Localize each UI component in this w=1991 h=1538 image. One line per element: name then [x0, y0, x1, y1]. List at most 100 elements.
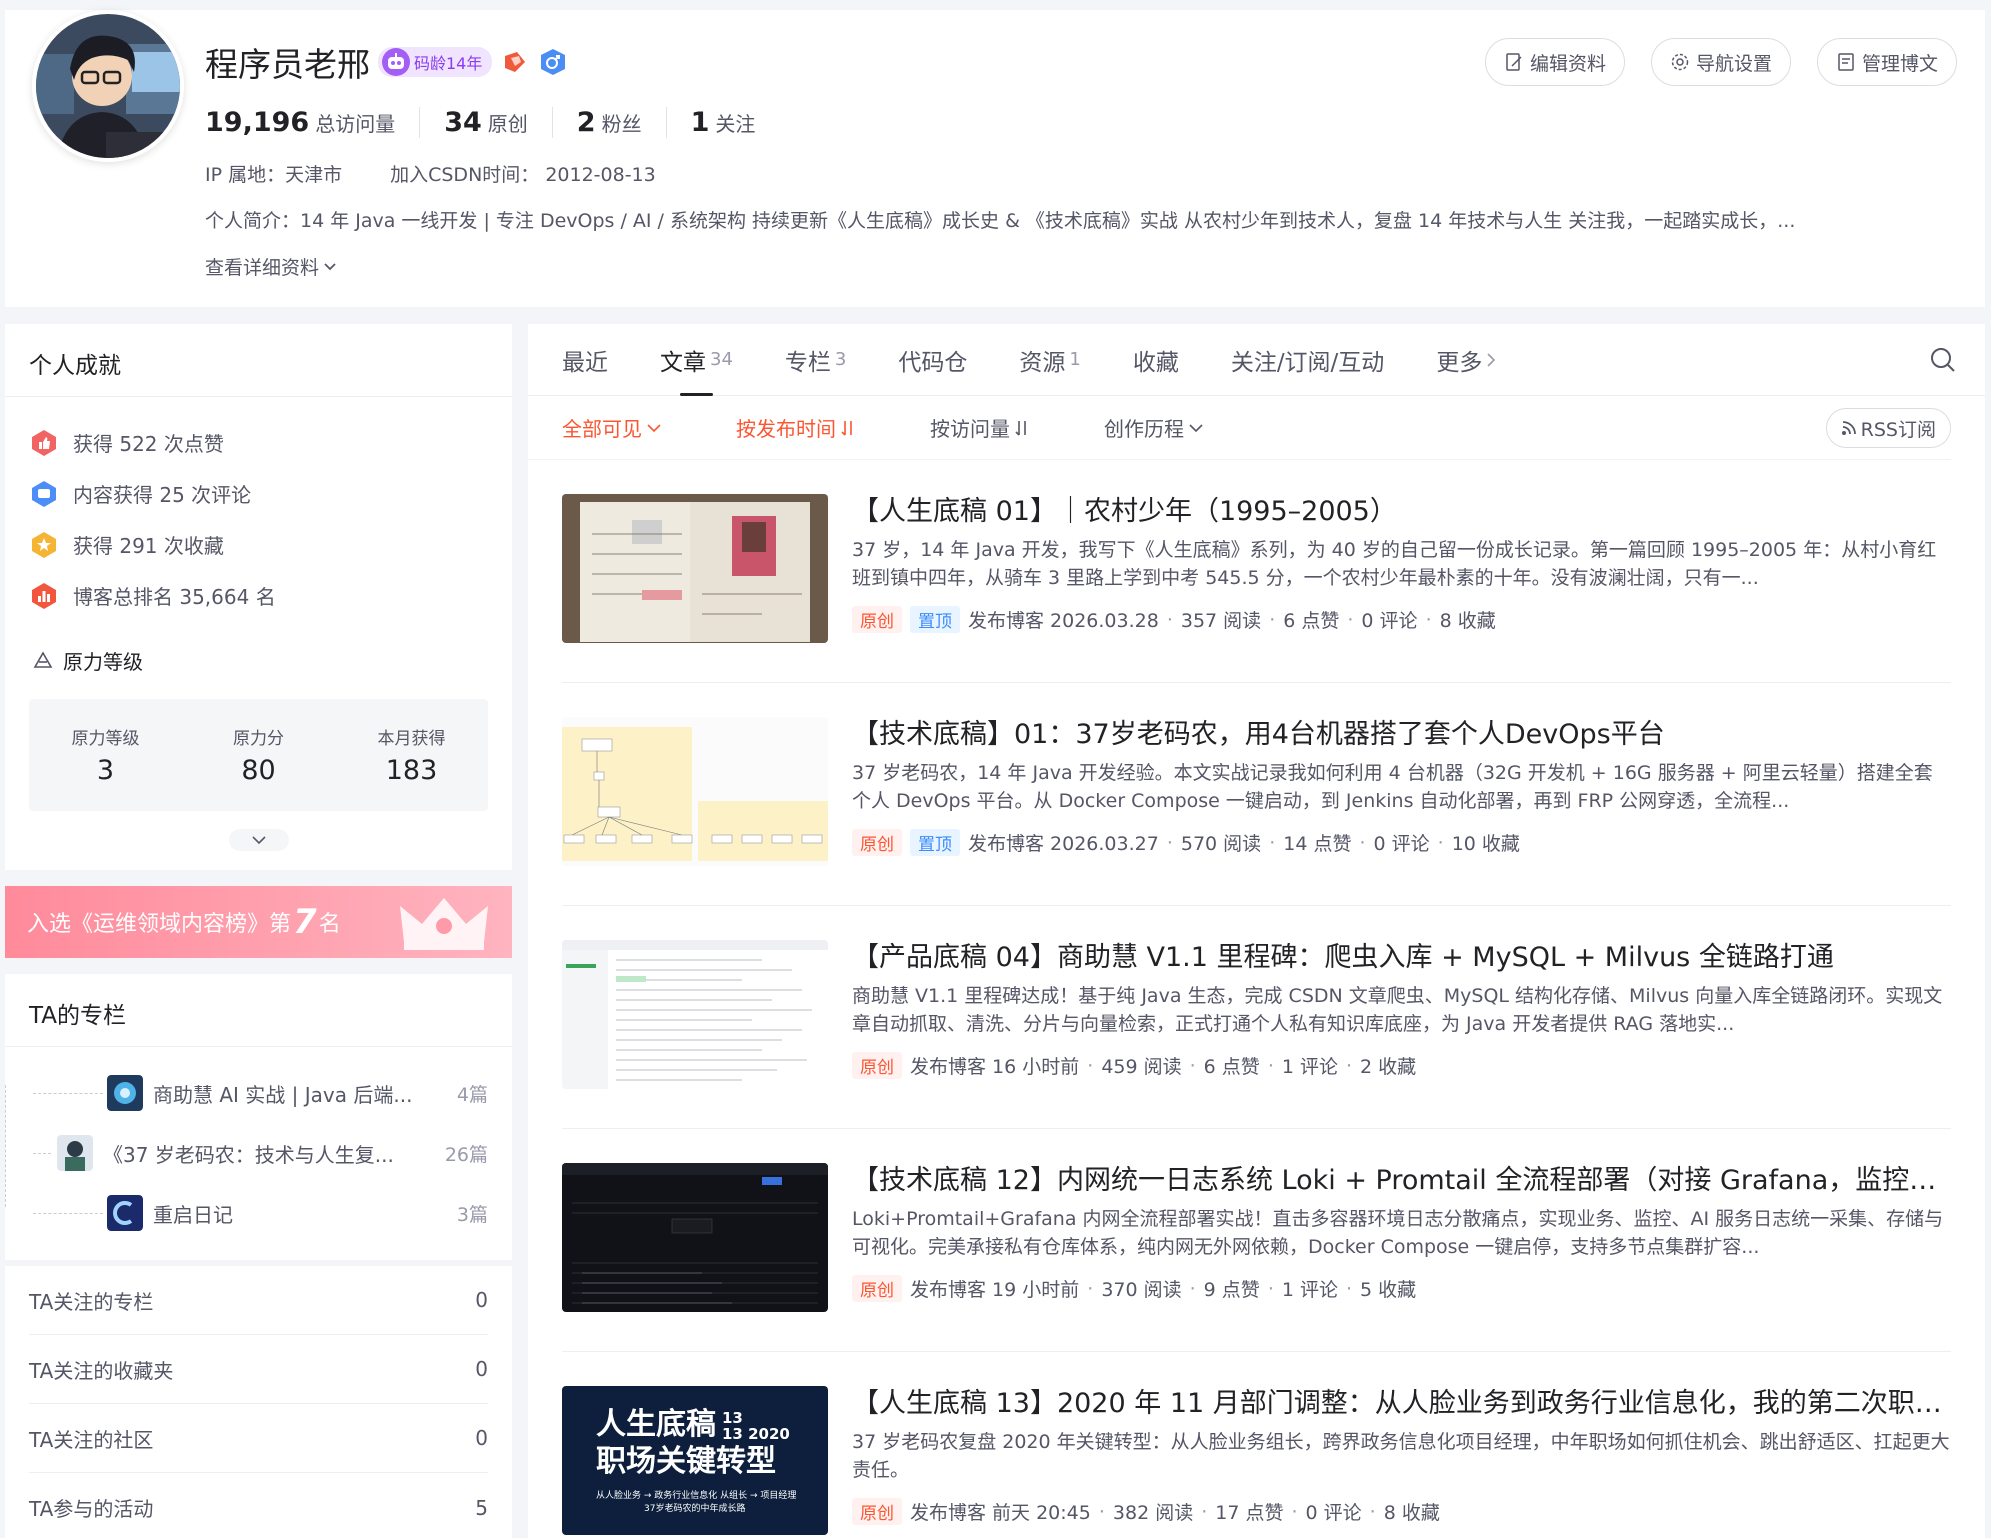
article-title[interactable]: 【技术底稿 12】内网统一日志系统 Loki + Promtail 全流程部署（…	[852, 1163, 1951, 1199]
follow-communities-row[interactable]: TA关注的社区 0	[29, 1404, 488, 1473]
stat-fans[interactable]: 2 粉丝	[551, 107, 666, 138]
column-cover-icon	[107, 1075, 143, 1111]
article-item[interactable]: 【产品底稿 04】商助慧 V1.1 里程碑：爬虫入库 + MySQL + Mil…	[562, 906, 1951, 1129]
tab-repos[interactable]: 代码仓	[898, 324, 967, 396]
article-description[interactable]: 37 岁老码农，14 年 Java 开发经验。本文实战记录我如何利用 4 台机器…	[852, 759, 1951, 815]
view-count: 570 阅读	[1180, 833, 1262, 855]
tab-follow-subscribe[interactable]: 关注/订阅/互动	[1231, 324, 1385, 396]
tab-favorites[interactable]: 收藏	[1133, 324, 1179, 396]
tab-articles[interactable]: 文章 34	[660, 324, 733, 396]
tab-recent[interactable]: 最近	[562, 324, 608, 396]
join-date: 加入CSDN时间： 2012-08-13	[390, 164, 656, 186]
article-title[interactable]: 【人生底稿 13】2020 年 11 月部门调整：从人脸业务到政务行业信息化，我…	[852, 1386, 1951, 1422]
stat-following[interactable]: 1 关注	[665, 107, 780, 138]
tab-label: 关注/订阅/互动	[1230, 349, 1385, 376]
follow-label: TA关注的专栏	[29, 1289, 154, 1314]
follow-activities-row[interactable]: TA参与的活动 5	[29, 1473, 488, 1538]
article-item[interactable]: 【人生底稿 01】｜农村少年（1995–2005） 37 岁，14 年 Java…	[562, 460, 1951, 683]
article-description[interactable]: Loki+Promtail+Grafana 内网全流程部署实战！直击多容器环境日…	[852, 1205, 1951, 1261]
column-item[interactable]: 商助慧 AI 实战 | Java 后端... 4篇	[33, 1063, 488, 1123]
favorite-count: 8 收藏	[1439, 610, 1496, 632]
article-item[interactable]: 人生底稿 13 13 2020 职场关键转型 从人脸业务 → 政务行业信息化 从…	[562, 1352, 1951, 1538]
history-dropdown[interactable]: 创作历程	[1104, 413, 1204, 442]
article-thumbnail[interactable]	[562, 1163, 828, 1312]
column-item[interactable]: 《37 岁老码农：技术与人生复... 26篇	[33, 1123, 488, 1183]
tab-columns[interactable]: 专栏 3	[785, 324, 846, 396]
follow-columns-row[interactable]: TA关注的专栏 0	[29, 1266, 488, 1335]
article-description[interactable]: 商助慧 V1.1 里程碑达成！基于纯 Java 生态，完成 CSDN 文章爬虫、…	[852, 982, 1951, 1038]
main-content: 最近 文章 34 专栏 3 代码仓 资源 1 收藏 关注/订阅/互动 更多 全部可见 …	[528, 324, 1985, 1538]
user-name: 程序员老邢	[205, 45, 370, 84]
article-title[interactable]: 【产品底稿 04】商助慧 V1.1 里程碑：爬虫入库 + MySQL + Mil…	[852, 940, 1951, 976]
rank-banner[interactable]: 入选《运维领域内容榜》第 7 名	[5, 886, 512, 958]
article-thumbnail[interactable]: 人生底稿 13 13 2020 职场关键转型 从人脸业务 → 政务行业信息化 从…	[562, 1386, 828, 1535]
follow-label: TA关注的社区	[29, 1427, 154, 1452]
medal-icon[interactable]	[500, 47, 530, 77]
article-thumbnail[interactable]	[562, 717, 828, 866]
follow-favorites-row[interactable]: TA关注的收藏夹 0	[29, 1335, 488, 1404]
code-age-label: 码龄14年	[414, 54, 483, 73]
article-thumbnail[interactable]	[562, 494, 828, 643]
manage-posts-label: 管理博文	[1861, 52, 1938, 75]
force-stats-box: 原力等级 3 原力分 80 本月获得 183	[29, 699, 488, 811]
article-description[interactable]: 37 岁，14 年 Java 开发，我写下《人生底稿》系列，为 40 岁的自己留…	[852, 536, 1951, 592]
column-item[interactable]: 重启日记 3篇	[33, 1183, 488, 1243]
history-label: 创作历程	[1104, 417, 1184, 441]
expand-achievements-button[interactable]	[228, 829, 289, 851]
article-filters: 全部可见 按发布时间 按访问量 创作历程 RSS订阅	[528, 396, 1951, 460]
verified-badge-icon[interactable]	[538, 47, 568, 77]
achievement-rank: 博客总排名 35,664 名	[29, 570, 488, 621]
code-age-badge[interactable]: 码龄14年	[378, 47, 493, 77]
sort-by-time-button[interactable]: 按发布时间	[736, 413, 856, 442]
view-count: 370 阅读	[1101, 1279, 1182, 1301]
view-details-link[interactable]: 查看详细资料	[205, 253, 337, 280]
publish-time: 发布博客 2026.03.27	[968, 833, 1159, 855]
rss-subscribe-button[interactable]: RSS订阅	[1825, 408, 1951, 448]
original-tag: 原创	[852, 606, 902, 633]
follow-label: TA参与的活动	[29, 1497, 154, 1521]
original-tag: 原创	[852, 1052, 902, 1079]
article-thumbnail[interactable]	[562, 940, 828, 1089]
nav-settings-button[interactable]: 导航设置	[1650, 38, 1791, 86]
manage-posts-button[interactable]: 管理博文	[1816, 38, 1957, 86]
column-cover-icon	[57, 1135, 93, 1171]
article-item[interactable]: 【技术底稿】01：37岁老码农，用4台机器搭了套个人DevOps平台 37 岁老…	[562, 683, 1951, 906]
visibility-dropdown[interactable]: 全部可见	[562, 413, 662, 442]
nav-settings-label: 导航设置	[1695, 52, 1772, 75]
search-button[interactable]	[1929, 346, 1957, 378]
comment-count: 0 评论	[1361, 610, 1418, 632]
triangle-icon	[33, 651, 53, 668]
stat-label: 关注	[715, 112, 756, 136]
follow-count: 0	[475, 1357, 488, 1381]
column-count: 4篇	[456, 1083, 488, 1106]
edit-profile-button[interactable]: 编辑资料	[1484, 38, 1625, 86]
stat-views[interactable]: 19,196 总访问量	[205, 107, 419, 138]
rank-banner-suffix: 名	[318, 912, 341, 937]
view-count: 459 阅读	[1101, 1056, 1182, 1078]
article-body: 【产品底稿 04】商助慧 V1.1 里程碑：爬虫入库 + MySQL + Mil…	[852, 940, 1951, 1128]
bar-chart-badge-icon	[29, 581, 59, 611]
avatar[interactable]	[32, 10, 184, 162]
column-count: 3篇	[456, 1203, 488, 1226]
article-title[interactable]: 【人生底稿 01】｜农村少年（1995–2005）	[852, 494, 1951, 530]
dashboard-image	[562, 1163, 828, 1312]
tab-resources[interactable]: 资源 1	[1019, 324, 1080, 396]
ip-join-row: IP 属地：天津市 加入CSDN时间： 2012-08-13	[205, 160, 656, 187]
tab-more[interactable]: 更多	[1436, 324, 1496, 396]
tree-branch	[33, 1213, 103, 1214]
stat-original[interactable]: 34 原创	[419, 107, 552, 138]
stat-value: 2	[576, 107, 596, 138]
tab-count: 1	[1069, 349, 1081, 370]
tree-branch	[33, 1153, 51, 1154]
like-count: 6 点赞	[1203, 1056, 1260, 1078]
original-tag: 原创	[852, 1275, 902, 1302]
columns-list: 商助慧 AI 实战 | Java 后端... 4篇 《37 岁老码农：技术与人生…	[5, 1047, 512, 1243]
article-title[interactable]: 【技术底稿】01：37岁老码农，用4台机器搭了套个人DevOps平台	[852, 717, 1951, 753]
chevron-down-icon	[324, 262, 336, 270]
ip-location: IP 属地：天津市	[205, 164, 343, 186]
like-count: 17 点赞	[1215, 1502, 1284, 1524]
article-item[interactable]: 【技术底稿 12】内网统一日志系统 Loki + Promtail 全流程部署（…	[562, 1129, 1951, 1352]
sort-by-views-button[interactable]: 按访问量	[930, 413, 1030, 442]
comment-count: 0 评论	[1373, 833, 1430, 855]
article-description[interactable]: 37 岁老码农复盘 2020 年关键转型：从人脸业务组长，跨界政务信息化项目经理…	[852, 1428, 1951, 1484]
